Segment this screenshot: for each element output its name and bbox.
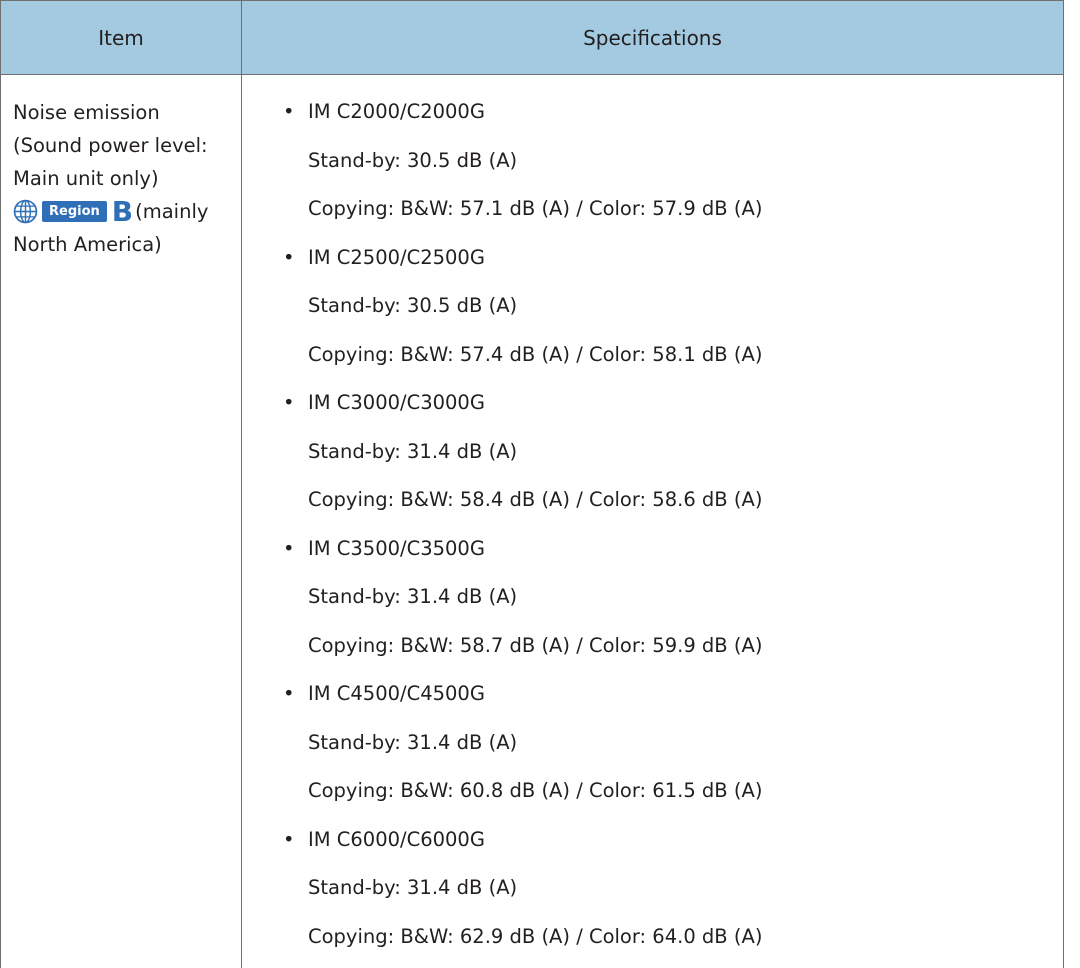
model-name: IM C6000/C6000G [308, 828, 485, 851]
globe-icon [13, 199, 38, 224]
list-item: •IM C6000/C6000G Stand-by: 31.4 dB (A) C… [242, 823, 1063, 968]
model-name: IM C3500/C3500G [308, 537, 485, 560]
model-name: IM C2500/C2500G [308, 246, 485, 269]
bullet: • [283, 532, 303, 566]
item-line: North America) [13, 228, 241, 261]
model-name: IM C3000/C3000G [308, 391, 485, 414]
header-specifications: Specifications [242, 1, 1064, 75]
list-item: •IM C2500/C2500G Stand-by: 30.5 dB (A) C… [242, 241, 1063, 387]
region-tag: Region [42, 201, 107, 222]
header-item: Item [1, 1, 242, 75]
header-row: Item Specifications [1, 1, 1064, 75]
copying-value: Copying: B&W: 57.1 dB (A) / Color: 57.9 … [242, 192, 1063, 241]
standby-value: Stand-by: 31.4 dB (A) [242, 580, 1063, 629]
region-note: (mainly [135, 195, 208, 228]
region-line: Region B (mainly [13, 195, 241, 228]
item-cell: Noise emission (Sound power level: Main … [1, 75, 242, 968]
list-item: •IM C3000/C3000G Stand-by: 31.4 dB (A) C… [242, 386, 1063, 532]
table-row: Noise emission (Sound power level: Main … [1, 75, 1064, 968]
bullet: • [283, 95, 303, 129]
bullet: • [283, 823, 303, 857]
spec-cell: •IM C2000/C2000G Stand-by: 30.5 dB (A) C… [242, 75, 1064, 968]
model-name: IM C2000/C2000G [308, 100, 485, 123]
standby-value: Stand-by: 31.4 dB (A) [242, 726, 1063, 775]
spec-table: Item Specifications Noise emission (Soun… [0, 0, 1064, 968]
standby-value: Stand-by: 30.5 dB (A) [242, 289, 1063, 338]
item-line: Main unit only) [13, 162, 241, 195]
standby-value: Stand-by: 31.4 dB (A) [242, 871, 1063, 920]
copying-value: Copying: B&W: 62.9 dB (A) / Color: 64.0 … [242, 920, 1063, 968]
copying-value: Copying: B&W: 57.4 dB (A) / Color: 58.1 … [242, 338, 1063, 387]
bullet: • [283, 386, 303, 420]
copying-value: Copying: B&W: 58.7 dB (A) / Color: 59.9 … [242, 629, 1063, 678]
bullet: • [283, 677, 303, 711]
model-name: IM C4500/C4500G [308, 682, 485, 705]
copying-value: Copying: B&W: 60.8 dB (A) / Color: 61.5 … [242, 774, 1063, 823]
item-line: Noise emission [13, 96, 241, 129]
standby-value: Stand-by: 30.5 dB (A) [242, 144, 1063, 193]
list-item: •IM C4500/C4500G Stand-by: 31.4 dB (A) C… [242, 677, 1063, 823]
standby-value: Stand-by: 31.4 dB (A) [242, 435, 1063, 484]
item-line: (Sound power level: [13, 129, 241, 162]
list-item: •IM C2000/C2000G Stand-by: 30.5 dB (A) C… [242, 95, 1063, 241]
region-letter: B [112, 198, 133, 226]
bullet: • [283, 241, 303, 275]
list-item: •IM C3500/C3500G Stand-by: 31.4 dB (A) C… [242, 532, 1063, 678]
copying-value: Copying: B&W: 58.4 dB (A) / Color: 58.6 … [242, 483, 1063, 532]
